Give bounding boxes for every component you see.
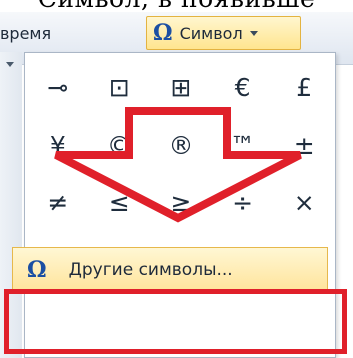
screenshot-stage: Символ, в появивше время Ω Символ ⊸ ⊡ ⊞ …: [0, 0, 353, 358]
omega-icon: Ω: [27, 256, 47, 283]
ribbon-left-stub: [0, 52, 22, 358]
symbol-cell[interactable]: ®: [150, 117, 212, 175]
symbol-cell[interactable]: ÷: [212, 174, 274, 232]
symbol-cell[interactable]: ±: [273, 117, 335, 175]
symbol-cell[interactable]: £: [273, 59, 335, 117]
symbol-cell[interactable]: ×: [273, 174, 335, 232]
more-symbols-button[interactable]: Ω Другие символы...: [12, 247, 328, 292]
symbol-cell[interactable]: €: [212, 59, 274, 117]
symbol-cell[interactable]: ⊡: [89, 59, 151, 117]
symbol-cell[interactable]: ≤: [89, 174, 151, 232]
chevron-down-icon: [249, 30, 258, 36]
symbol-cell[interactable]: ≠: [27, 174, 89, 232]
more-symbols-label: Другие символы...: [68, 259, 233, 280]
chevron-down-icon[interactable]: [6, 62, 14, 67]
symbol-button[interactable]: Ω Символ: [146, 16, 301, 50]
caption-text: Символ, в появивше: [0, 0, 353, 12]
symbol-cell[interactable]: ≥: [150, 174, 212, 232]
menu-separator: [31, 292, 329, 293]
symbol-cell[interactable]: ©: [89, 117, 151, 175]
symbol-cell[interactable]: ¥: [27, 117, 89, 175]
ribbon-group-label[interactable]: время: [0, 24, 51, 43]
symbol-cell[interactable]: ⊞: [150, 59, 212, 117]
symbol-cell[interactable]: ™: [212, 117, 274, 175]
symbol-button-label: Символ: [179, 23, 243, 43]
symbol-cell[interactable]: ⊸: [27, 59, 89, 117]
symbol-dropdown: ⊸ ⊡ ⊞ € £ ¥ © ® ™ ± ≠ ≤ ≥ ÷ × ∞ µ α β π: [24, 52, 336, 358]
omega-icon: Ω: [153, 20, 173, 46]
